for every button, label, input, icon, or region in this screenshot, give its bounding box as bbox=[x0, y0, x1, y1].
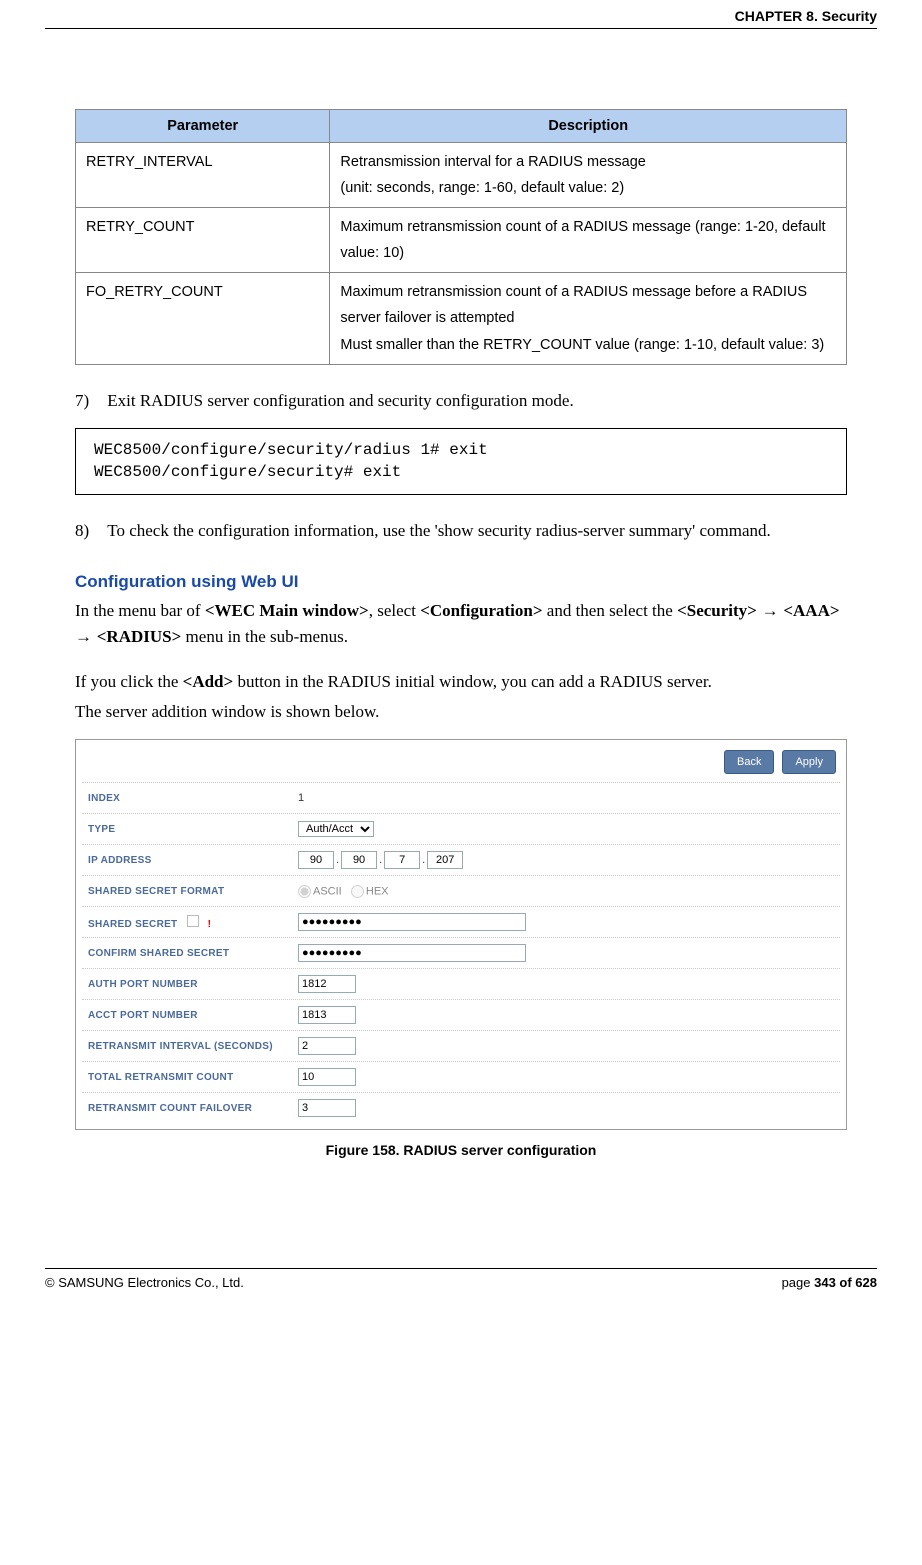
radio-ascii[interactable] bbox=[298, 885, 311, 898]
acct-port-input[interactable] bbox=[298, 1006, 356, 1024]
checkbox-icon bbox=[187, 915, 199, 927]
text: and then select the bbox=[543, 601, 678, 620]
apply-button[interactable]: Apply bbox=[782, 750, 836, 774]
th-description: Description bbox=[330, 110, 847, 143]
th-parameter: Parameter bbox=[76, 110, 330, 143]
step-text: Exit RADIUS server configuration and sec… bbox=[107, 387, 845, 414]
field-label: TYPE bbox=[88, 824, 298, 835]
screenshot-toolbar: Back Apply bbox=[82, 746, 840, 782]
step-8: 8) To check the configuration informatio… bbox=[75, 517, 847, 544]
field-label: TOTAL RETRANSMIT COUNT bbox=[88, 1072, 298, 1083]
field-type: TYPE Auth/Acct bbox=[82, 813, 840, 844]
parameter-table: Parameter Description RETRY_INTERVAL Ret… bbox=[75, 109, 847, 365]
field-label: RETRANSMIT INTERVAL (SECONDS) bbox=[88, 1041, 298, 1052]
radio-label: ASCII bbox=[313, 885, 342, 897]
code-block: WEC8500/configure/security/radius 1# exi… bbox=[75, 428, 847, 495]
text: button in the RADIUS initial window, you… bbox=[233, 672, 712, 691]
step-text: To check the configuration information, … bbox=[107, 517, 845, 544]
cell-desc: Retransmission interval for a RADIUS mes… bbox=[330, 143, 847, 208]
table-row: RETRY_INTERVAL Retransmission interval f… bbox=[76, 143, 847, 208]
field-label: ACCT PORT NUMBER bbox=[88, 1010, 298, 1021]
field-shared-secret-format: SHARED SECRET FORMAT ASCII HEX bbox=[82, 875, 840, 906]
cell-param: RETRY_COUNT bbox=[76, 208, 330, 273]
cell-param: RETRY_INTERVAL bbox=[76, 143, 330, 208]
retransmit-failover-input[interactable] bbox=[298, 1099, 356, 1117]
page-header: CHAPTER 8. Security bbox=[45, 0, 877, 29]
bold: <Add> bbox=[183, 672, 234, 691]
ip-octet-4[interactable] bbox=[427, 851, 463, 869]
field-shared-secret: SHARED SECRET ! bbox=[82, 906, 840, 937]
field-label: CONFIRM SHARED SECRET bbox=[88, 948, 298, 959]
bold: <AAA> bbox=[783, 601, 839, 620]
retransmit-interval-input[interactable] bbox=[298, 1037, 356, 1055]
radio-label: HEX bbox=[366, 885, 389, 897]
text: If you click the bbox=[75, 672, 183, 691]
cell-desc: Maximum retransmission count of a RADIUS… bbox=[330, 273, 847, 364]
arrow-icon: → bbox=[757, 601, 783, 620]
field-confirm-shared-secret: CONFIRM SHARED SECRET bbox=[82, 937, 840, 968]
field-total-retransmit-count: TOTAL RETRANSMIT COUNT bbox=[82, 1061, 840, 1092]
cell-param: FO_RETRY_COUNT bbox=[76, 273, 330, 364]
footer-copyright: © SAMSUNG Electronics Co., Ltd. bbox=[45, 1275, 244, 1290]
page-num: 343 of 628 bbox=[814, 1275, 877, 1290]
section-paragraph-1: In the menu bar of <WEC Main window>, se… bbox=[75, 598, 847, 651]
field-label: SHARED SECRET ! bbox=[88, 915, 298, 930]
total-retransmit-input[interactable] bbox=[298, 1068, 356, 1086]
field-label: AUTH PORT NUMBER bbox=[88, 979, 298, 990]
bold: <RADIUS> bbox=[97, 627, 182, 646]
bold: <Configuration> bbox=[420, 601, 542, 620]
back-button[interactable]: Back bbox=[724, 750, 774, 774]
ip-octet-1[interactable] bbox=[298, 851, 334, 869]
field-label: INDEX bbox=[88, 793, 298, 804]
footer-page-number: page 343 of 628 bbox=[782, 1275, 877, 1290]
field-label: IP ADDRESS bbox=[88, 855, 298, 866]
text: In the menu bar of bbox=[75, 601, 205, 620]
text: , select bbox=[369, 601, 420, 620]
ip-octet-3[interactable] bbox=[384, 851, 420, 869]
field-retransmit-count-failover: RETRANSMIT COUNT FAILOVER bbox=[82, 1092, 840, 1123]
type-select[interactable]: Auth/Acct bbox=[298, 821, 374, 837]
field-value: 1 bbox=[298, 792, 304, 804]
bold: <Security> bbox=[677, 601, 757, 620]
text: menu in the sub-menus. bbox=[181, 627, 348, 646]
page-footer: © SAMSUNG Electronics Co., Ltd. page 343… bbox=[45, 1268, 877, 1298]
section-paragraph-2: If you click the <Add> button in the RAD… bbox=[75, 669, 847, 695]
embedded-screenshot: Back Apply INDEX 1 TYPE Auth/Acct IP ADD… bbox=[75, 739, 847, 1130]
ip-octet-2[interactable] bbox=[341, 851, 377, 869]
field-ip-address: IP ADDRESS ... bbox=[82, 844, 840, 875]
field-label: SHARED SECRET FORMAT bbox=[88, 886, 298, 897]
field-acct-port: ACCT PORT NUMBER bbox=[82, 999, 840, 1030]
auth-port-input[interactable] bbox=[298, 975, 356, 993]
required-icon: ! bbox=[208, 919, 212, 930]
section-paragraph-3: The server addition window is shown belo… bbox=[75, 699, 847, 725]
text: page bbox=[782, 1275, 815, 1290]
field-auth-port: AUTH PORT NUMBER bbox=[82, 968, 840, 999]
label-text: SHARED SECRET bbox=[88, 919, 177, 930]
step-number: 8) bbox=[75, 517, 103, 544]
section-heading: Configuration using Web UI bbox=[75, 572, 847, 592]
radio-hex[interactable] bbox=[351, 885, 364, 898]
figure-caption: Figure 158. RADIUS server configuration bbox=[75, 1142, 847, 1158]
arrow-icon: → bbox=[75, 627, 97, 646]
cell-desc: Maximum retransmission count of a RADIUS… bbox=[330, 208, 847, 273]
shared-secret-input[interactable] bbox=[298, 913, 526, 931]
table-row: FO_RETRY_COUNT Maximum retransmission co… bbox=[76, 273, 847, 364]
step-7: 7) Exit RADIUS server configuration and … bbox=[75, 387, 847, 414]
field-label: RETRANSMIT COUNT FAILOVER bbox=[88, 1103, 298, 1114]
bold: <WEC Main window> bbox=[205, 601, 369, 620]
field-retransmit-interval: RETRANSMIT INTERVAL (SECONDS) bbox=[82, 1030, 840, 1061]
field-index: INDEX 1 bbox=[82, 782, 840, 813]
confirm-shared-secret-input[interactable] bbox=[298, 944, 526, 962]
table-row: RETRY_COUNT Maximum retransmission count… bbox=[76, 208, 847, 273]
step-number: 7) bbox=[75, 387, 103, 414]
